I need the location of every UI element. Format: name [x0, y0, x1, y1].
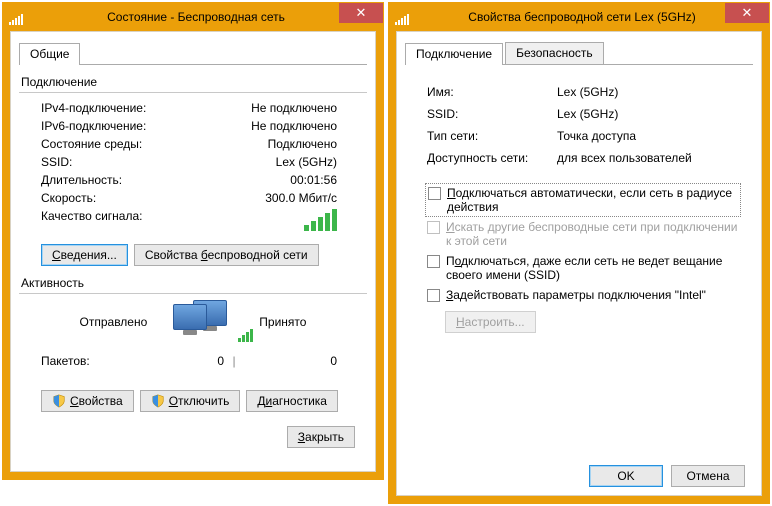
ipv4-label: IPv4-подключение:	[41, 101, 191, 115]
signal-icon	[9, 14, 23, 25]
tab-row: Общие	[19, 42, 367, 65]
window-title: Свойства беспроводной сети Lex (5GHz)	[395, 10, 769, 24]
signal-bars-icon	[304, 209, 337, 231]
avail-label: Доступность сети:	[427, 151, 547, 165]
close-dialog-button[interactable]: Закрыть	[287, 426, 355, 448]
disable-button[interactable]: Отключить	[140, 390, 241, 412]
intel-params-checkbox[interactable]	[427, 289, 440, 302]
titlebar[interactable]: Состояние - Беспроводная сеть ✕	[3, 3, 383, 31]
client-area: Общие Подключение IPv4-подключение:Не по…	[10, 31, 376, 472]
tab-row: Подключение Безопасность	[405, 42, 753, 65]
status-window: Состояние - Беспроводная сеть ✕ Общие По…	[2, 2, 384, 480]
cancel-button[interactable]: Отмена	[671, 465, 745, 487]
received-label: Принято	[259, 315, 306, 329]
auto-connect-checkbox[interactable]	[428, 187, 441, 200]
packets-sent: 0	[131, 354, 224, 368]
media-label: Состояние среды:	[41, 137, 191, 151]
window-title: Состояние - Беспроводная сеть	[9, 10, 383, 24]
seek-other-label: Искать другие беспроводные сети при подк…	[446, 220, 743, 248]
ipv4-value: Не подключено	[191, 101, 367, 115]
section-connection: Подключение	[21, 75, 367, 89]
configure-button: Настроить...	[445, 311, 536, 333]
ssid-label: SSID:	[41, 155, 191, 169]
connect-hidden-label: Подключаться, даже если сеть не ведет ве…	[446, 254, 743, 282]
duration-label: Длительность:	[41, 173, 191, 187]
properties-button[interactable]: Свойства	[41, 390, 134, 412]
signal-value	[191, 209, 367, 234]
details-button[interactable]: Сведения...	[41, 244, 128, 266]
signal-icon	[395, 14, 409, 25]
seek-other-checkbox	[427, 221, 440, 234]
properties-window: Свойства беспроводной сети Lex (5GHz) ✕ …	[388, 2, 770, 504]
avail-value: для всех пользователей	[547, 151, 753, 165]
signal-label: Качество сигнала:	[41, 209, 191, 234]
shield-icon	[52, 394, 66, 408]
nettype-value: Точка доступа	[547, 129, 753, 143]
close-button[interactable]: ✕	[339, 3, 383, 23]
ok-button[interactable]: OK	[589, 465, 663, 487]
media-value: Подключено	[191, 137, 367, 151]
intel-params-label: Задействовать параметры подключения "Int…	[446, 288, 743, 302]
duration-value: 00:01:56	[191, 173, 367, 187]
titlebar[interactable]: Свойства беспроводной сети Lex (5GHz) ✕	[389, 3, 769, 31]
wireless-properties-button[interactable]: Свойства беспроводной сети	[134, 244, 319, 266]
shield-icon	[151, 394, 165, 408]
tab-security[interactable]: Безопасность	[505, 42, 604, 65]
packets-label: Пакетов:	[41, 354, 131, 368]
auto-connect-label: Подключаться автоматически, если сеть в …	[447, 186, 736, 214]
tab-general[interactable]: Общие	[19, 43, 80, 65]
ipv6-value: Не подключено	[191, 119, 367, 133]
nettype-label: Тип сети:	[427, 129, 547, 143]
speed-label: Скорость:	[41, 191, 191, 205]
close-button[interactable]: ✕	[725, 3, 769, 23]
client-area: Подключение Безопасность Имя:Lex (5GHz) …	[396, 31, 762, 496]
speed-value: 300.0 Мбит/с	[191, 191, 367, 205]
section-activity: Активность	[21, 276, 367, 290]
name-label: Имя:	[427, 85, 547, 99]
packets-received: 0	[244, 354, 337, 368]
ssid-value: Lex (5GHz)	[191, 155, 367, 169]
ipv6-label: IPv6-подключение:	[41, 119, 191, 133]
diagnose-button[interactable]: Диагностика	[246, 390, 338, 412]
activity-indicator-icon	[173, 300, 233, 344]
ssid-value: Lex (5GHz)	[547, 107, 753, 121]
activity-area: Отправлено Принято	[19, 300, 367, 344]
connect-hidden-checkbox[interactable]	[427, 255, 440, 268]
sent-label: Отправлено	[80, 315, 148, 329]
ssid-label: SSID:	[427, 107, 547, 121]
name-value: Lex (5GHz)	[547, 85, 753, 99]
tab-connection[interactable]: Подключение	[405, 43, 503, 65]
